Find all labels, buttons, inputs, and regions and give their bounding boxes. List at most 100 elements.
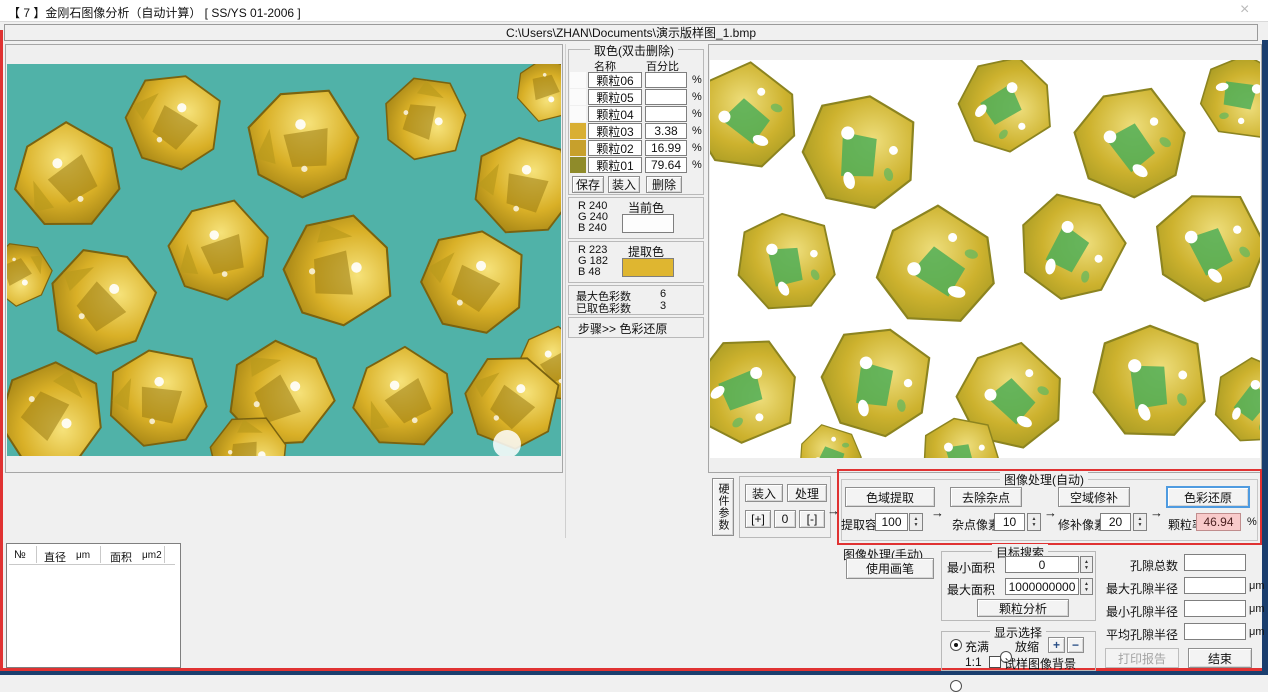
results-diameter-unit: μm xyxy=(76,550,90,561)
hw-load-button[interactable]: 装入 xyxy=(745,484,783,502)
percent-sign: % xyxy=(692,159,702,171)
print-report-button[interactable]: 打印报告 xyxy=(1105,648,1179,668)
fill-radio[interactable] xyxy=(950,639,962,651)
results-no-header: № xyxy=(14,549,26,561)
picked-colors-value: 3 xyxy=(660,300,666,312)
min-pore-radius-label: 最小孔隙半径 xyxy=(1082,603,1178,620)
pore-total-field xyxy=(1184,554,1246,571)
results-col-divider xyxy=(100,546,101,563)
hw-plus-button[interactable]: [+] xyxy=(745,510,771,528)
fill-radio-label[interactable]: 充满 xyxy=(965,638,989,655)
color-swatch[interactable] xyxy=(570,89,586,105)
use-brush-button[interactable]: 使用画笔 xyxy=(846,558,934,579)
particle-percent-cell: 16.99 xyxy=(645,140,687,156)
particle-rate-unit: % xyxy=(1247,516,1257,528)
results-area-header: 面积 xyxy=(110,549,132,565)
avg-pore-radius-field xyxy=(1184,623,1246,640)
particle-percent-cell xyxy=(645,72,687,88)
particle-name-cell[interactable]: 颗粒03 xyxy=(588,123,642,139)
delete-color-button[interactable]: 删除 xyxy=(646,176,682,193)
max-area-label: 最大面积 xyxy=(947,581,995,598)
hole-repair-button[interactable]: 空域修补 xyxy=(1058,487,1130,507)
noise-pixels-spinner[interactable]: ▲▼ xyxy=(1027,513,1041,531)
hw-zero-button[interactable]: 0 xyxy=(774,510,796,528)
particle-percent-cell: 79.64 xyxy=(645,157,687,173)
max-pore-radius-field xyxy=(1184,577,1246,594)
remove-noise-button[interactable]: 去除杂点 xyxy=(950,487,1022,507)
repair-pixels-field[interactable]: 20 xyxy=(1100,513,1131,531)
max-colors-value: 6 xyxy=(660,288,666,300)
repair-pixels-spinner[interactable]: ▲▼ xyxy=(1133,513,1147,531)
particle-name-cell[interactable]: 颗粒06 xyxy=(588,72,642,88)
hardware-params-button[interactable]: 硬件参数 xyxy=(712,478,734,536)
particle-percent-cell xyxy=(645,106,687,122)
particle-name-cell[interactable]: 颗粒05 xyxy=(588,89,642,105)
particle-name-cell[interactable]: 颗粒01 xyxy=(588,157,642,173)
particle-percent-cell xyxy=(645,89,687,105)
file-path-bar: C:\Users\ZHAN\Documents\演示版样图_1.bmp xyxy=(4,24,1258,41)
processed-image-view[interactable] xyxy=(710,60,1260,458)
current-b: B 240 xyxy=(578,222,607,234)
picked-colors-label: 已取色彩数 xyxy=(576,300,631,316)
particle-name-cell[interactable]: 颗粒04 xyxy=(588,106,642,122)
results-listbox[interactable] xyxy=(6,543,181,668)
min-area-field[interactable]: 0 xyxy=(1005,556,1079,573)
window-title: 【 7 】金刚石图像分析（自动计算） [ SS/YS 01-2006 ] xyxy=(8,4,301,21)
min-area-label: 最小面积 xyxy=(947,559,995,576)
max-pore-radius-unit: μm xyxy=(1249,580,1265,592)
percent-sign: % xyxy=(692,91,702,103)
spin-down-icon[interactable]: ▼ xyxy=(1138,522,1143,528)
flow-arrow-icon: → xyxy=(1044,505,1057,520)
color-swatch[interactable] xyxy=(570,106,586,122)
hw-process-button[interactable]: 处理 xyxy=(787,484,827,502)
column-divider xyxy=(565,44,566,538)
pore-total-label: 孔隙总数 xyxy=(1082,557,1178,574)
flow-arrow-icon: → xyxy=(1150,505,1163,520)
color-swatch[interactable] xyxy=(570,123,586,139)
color-swatch[interactable] xyxy=(570,157,586,173)
particle-analysis-button[interactable]: 颗粒分析 xyxy=(977,599,1069,617)
repair-pixels-label: 修补像素 xyxy=(1058,516,1106,533)
color-swatch[interactable] xyxy=(570,140,586,156)
spin-down-icon[interactable]: ▼ xyxy=(1032,522,1037,528)
picked-b: B 48 xyxy=(578,266,601,278)
percent-sign: % xyxy=(692,125,702,137)
color-restore-button[interactable]: 色彩还原 xyxy=(1166,486,1250,508)
particle-name-cell[interactable]: 颗粒02 xyxy=(588,140,642,156)
noise-pixels-label: 杂点像素 xyxy=(952,516,1000,533)
source-image-view[interactable] xyxy=(7,64,561,456)
spin-down-icon[interactable]: ▼ xyxy=(914,522,919,528)
sample-background-label[interactable]: 试样图像背景 xyxy=(1004,655,1076,672)
one-to-one-radio-label[interactable]: 1:1 xyxy=(965,655,982,669)
max-area-field[interactable]: 1000000000 xyxy=(1005,578,1079,595)
color-range-extract-button[interactable]: 色域提取 xyxy=(845,487,935,507)
finish-button[interactable]: 结束 xyxy=(1188,648,1252,668)
save-colors-button[interactable]: 保存 xyxy=(572,176,604,193)
particle-percent-cell: 3.38 xyxy=(645,123,687,139)
color-swatch[interactable] xyxy=(570,72,586,88)
color-picker-groupbox xyxy=(568,49,704,195)
min-pore-radius-field xyxy=(1184,600,1246,617)
picked-color-swatch xyxy=(622,258,674,277)
avg-pore-radius-label: 平均孔隙半径 xyxy=(1082,626,1178,643)
max-pore-radius-label: 最大孔隙半径 xyxy=(1082,580,1178,597)
results-diameter-header: 直径 xyxy=(44,549,66,565)
one-to-one-radio[interactable] xyxy=(950,680,962,692)
step-hint: 步骤>> 色彩还原 xyxy=(578,320,667,337)
noise-pixels-field[interactable]: 10 xyxy=(994,513,1025,531)
screen-edge-bottom xyxy=(0,671,1268,675)
zoom-in-button[interactable]: + xyxy=(1048,637,1065,653)
file-path: C:\Users\ZHAN\Documents\演示版样图_1.bmp xyxy=(506,24,756,41)
zoom-radio-label[interactable]: 放缩 xyxy=(1015,638,1039,655)
hw-minus-button[interactable]: [-] xyxy=(799,510,825,528)
title-bar: 【 7 】金刚石图像分析（自动计算） [ SS/YS 01-2006 ] × xyxy=(0,0,1268,22)
auto-processing-legend: 图像处理(自动) xyxy=(1000,471,1088,488)
extract-tolerance-spinner[interactable]: ▲▼ xyxy=(909,513,923,531)
percent-sign: % xyxy=(692,74,702,86)
sample-background-checkbox[interactable] xyxy=(989,656,1001,668)
close-icon[interactable]: × xyxy=(1240,1,1249,19)
extract-tolerance-field[interactable]: 100 xyxy=(875,513,908,531)
results-col-divider xyxy=(36,546,37,563)
load-colors-button[interactable]: 装入 xyxy=(608,176,640,193)
current-color-swatch xyxy=(622,214,674,233)
